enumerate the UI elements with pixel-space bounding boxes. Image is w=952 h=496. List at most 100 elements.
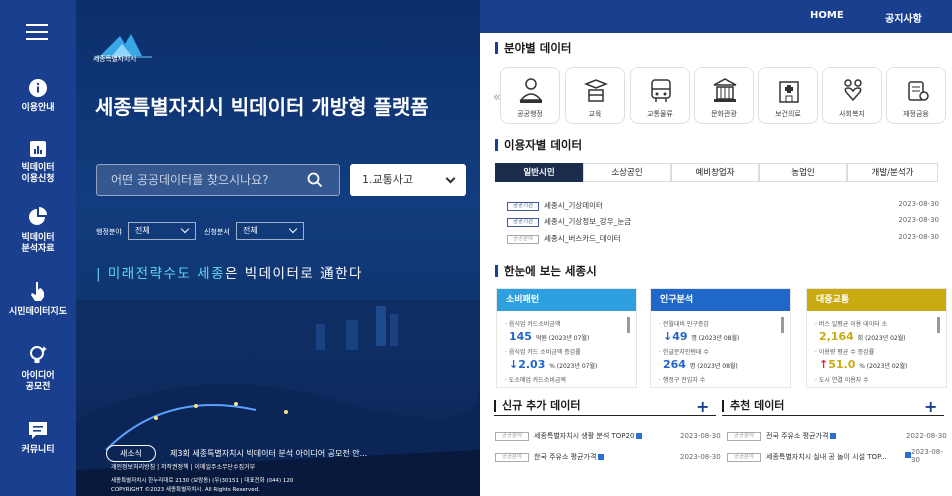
recommend-more-button[interactable]: + (924, 397, 937, 416)
list-item[interactable]: 공공분야 한국 주유소 평균가격 (495, 452, 605, 462)
tab-small-business[interactable]: 소상공인 (583, 163, 671, 182)
list-item-date: 2023-08-30 (898, 233, 939, 241)
category-health[interactable]: 보건의료 (758, 67, 818, 124)
list-item[interactable]: 공공분야 세종시_버스카드_데이터 2023-08-30 (507, 233, 939, 244)
card-item-value: ↓49 명 (2023년 08월) (663, 330, 740, 343)
recommend-title: 추천 데이터 (722, 400, 784, 412)
lightbulb-icon (30, 346, 47, 363)
footer-address: 세종특별자치시 한누리대로 2130 (보람동) (우)30151 | 대표전화… (111, 478, 294, 484)
filter1-label: 행정분야 (96, 228, 122, 236)
card-header: 인구분석 (651, 289, 790, 311)
card-item-label: · 한글문자인텐데 수 (659, 349, 709, 356)
list-item-date: 2023-08-30 (680, 432, 721, 440)
scrollbar[interactable] (627, 317, 630, 333)
tab-startup[interactable]: 예비창업자 (671, 163, 759, 182)
info-icon (29, 79, 47, 97)
list-item-title: 세종시_기상데이터 (544, 201, 603, 210)
category-transport[interactable]: 교통물류 (630, 67, 690, 124)
category-public-admin[interactable]: 공공행정 (500, 67, 560, 124)
tab-developer[interactable]: 개발/분석가 (847, 163, 938, 182)
slogan-rest: 은 빅데이터로 通한다 (225, 266, 363, 282)
list-item[interactable]: 공공기관 세종시_기상데이터 2023-08-30 (507, 200, 939, 211)
stat-card-population[interactable]: 인구분석 · 전월대비 인구증감 ↓49 명 (2023년 08월) · 한글문… (650, 288, 791, 388)
list-item[interactable]: 공공분야 세종특별자치시 실내 공 놀이 시설 TOP... (727, 452, 902, 462)
sidebar-item-label: 커뮤니티 (21, 445, 55, 455)
list-item-badge: 공공분야 (495, 452, 529, 462)
list-item-date: 2023-08-30 (911, 448, 943, 464)
sidebar-item-bigdata-apply[interactable]: 빅데이터 이용신청 (0, 140, 76, 185)
filter1-select[interactable]: 전체 (128, 222, 196, 240)
card-item-value: 2,164 회 (2023년 02월) (819, 330, 906, 343)
scrollbar[interactable] (781, 317, 784, 333)
card-header: 소비패턴 (497, 289, 636, 311)
list-item[interactable]: 공공기관 세종시_기상정보_강우_눈금 2023-08-30 (507, 216, 939, 227)
tab-farmer[interactable]: 농업인 (759, 163, 847, 182)
chevron-down-icon (180, 224, 190, 234)
category-welfare[interactable]: 사회복지 (822, 67, 882, 124)
category-finance[interactable]: 재정금융 (886, 67, 946, 124)
sidebar-item-community[interactable]: 커뮤니티 (0, 420, 76, 456)
list-item[interactable]: 공공분야 전국 주유소 평균가격 (727, 431, 837, 441)
card-item-value: 264 명 (2023년 08월) (663, 358, 738, 371)
sidebar-item-label: 이용안내 (21, 103, 55, 113)
menu-icon[interactable] (26, 24, 48, 40)
sidebar-item-bigdata-analysis[interactable]: 빅데이터 분석자료 (0, 206, 76, 255)
section-title-field: 분야별 데이터 (494, 40, 571, 56)
sidebar-item-guide[interactable]: 이용안내 (0, 78, 76, 114)
filter1-value: 전체 (135, 226, 150, 235)
news-headline[interactable]: 제3회 세종특별자치시 빅데이터 분석 아이디어 공모전 안... (170, 448, 367, 459)
notice-link[interactable]: 공지사항 (885, 10, 922, 25)
category-select[interactable]: 1.교통사고 (350, 164, 466, 196)
list-item-badge: 공공기관 (507, 201, 539, 211)
stat-card-transit[interactable]: 대중교통 · 버스 일평균 이용 데이터 소 2,164 회 (2023년 02… (806, 288, 947, 388)
search-input[interactable]: 어떤 공공데이터를 찾으시나요? (96, 164, 340, 196)
coins-icon (908, 81, 929, 101)
category-education[interactable]: 교육 (565, 67, 625, 124)
chevron-down-icon (445, 173, 456, 184)
sidebar-item-label: 아이디어 공모전 (21, 371, 55, 392)
tab-citizen[interactable]: 일반시민 (495, 163, 583, 182)
sidebar-item-label: 빅데이터 분석자료 (21, 233, 55, 254)
person-icon (519, 78, 543, 103)
footer-copyright: COPYRIGHT ©2023 세종특별자치시. All Rights Rese… (111, 487, 260, 493)
category-label: 교통물류 (647, 110, 673, 118)
new-icon (636, 433, 643, 439)
list-item[interactable]: 공공분야 세종특별자치시 생활 분석 TOP20 (495, 431, 643, 441)
card-item-label: · 이용량 평균 수 증감률 (815, 349, 875, 356)
stat-card-consumption[interactable]: 소비패턴 · 음식업 카드소비금액 145 억원 (2023년 07월) · 음… (496, 288, 637, 388)
scrollbar[interactable] (937, 317, 940, 333)
news-tag[interactable]: 새소식 (106, 445, 156, 462)
card-item-label: · 도소매업 카드소비금액 (505, 377, 566, 384)
slogan: | 미래전략수도 세종은 빅데이터로 通한다 (96, 266, 363, 282)
top-nav: HOME 공지사항 (480, 0, 952, 33)
section-title-glance: 한눈에 보는 세종시 (495, 263, 597, 279)
card-header: 대중교통 (807, 289, 946, 311)
slogan-highlight: 미래전략수도 세종 (107, 266, 225, 282)
category-culture[interactable]: 문화관광 (694, 67, 754, 124)
sidebar-item-citizen-map[interactable]: 시민데이터지도 (0, 280, 76, 318)
card-item-label: · 음식업 카드 소비금액 증감률 (505, 349, 581, 356)
filter2-select[interactable]: 전체 (236, 222, 304, 240)
new-icon (598, 454, 605, 460)
list-item-badge: 공공분야 (507, 234, 539, 244)
list-item-badge: 공공분야 (727, 431, 761, 441)
new-data-more-button[interactable]: + (696, 397, 709, 416)
category-label: 보건의료 (775, 110, 801, 118)
list-item-date: 2023-08-30 (898, 216, 939, 224)
home-link[interactable]: HOME (810, 10, 844, 21)
sidebar-item-idea-contest[interactable]: 아이디어 공모전 (0, 344, 76, 393)
chart-icon (30, 141, 46, 157)
chevron-down-icon (288, 224, 298, 234)
card-item-label: · 도시 연결 이용자 수 (815, 377, 869, 384)
footer-links[interactable]: 개인정보처리방침 | 저작권정책 | 이메일주소무단수집거부 (111, 462, 255, 471)
graduation-cap-icon (583, 79, 609, 102)
list-item-title: 세종특별자치시 생활 분석 TOP20 (534, 432, 635, 440)
sidebar-item-label: 빅데이터 이용신청 (21, 163, 55, 184)
list-item-date: 2023-08-30 (680, 453, 721, 461)
category-label: 공공행정 (517, 110, 543, 118)
hospital-icon (779, 81, 799, 103)
pie-chart-icon (29, 207, 47, 225)
search-icon[interactable] (307, 172, 323, 188)
list-item-badge: 공공기관 (507, 217, 539, 227)
filter2-value: 전체 (243, 226, 258, 235)
